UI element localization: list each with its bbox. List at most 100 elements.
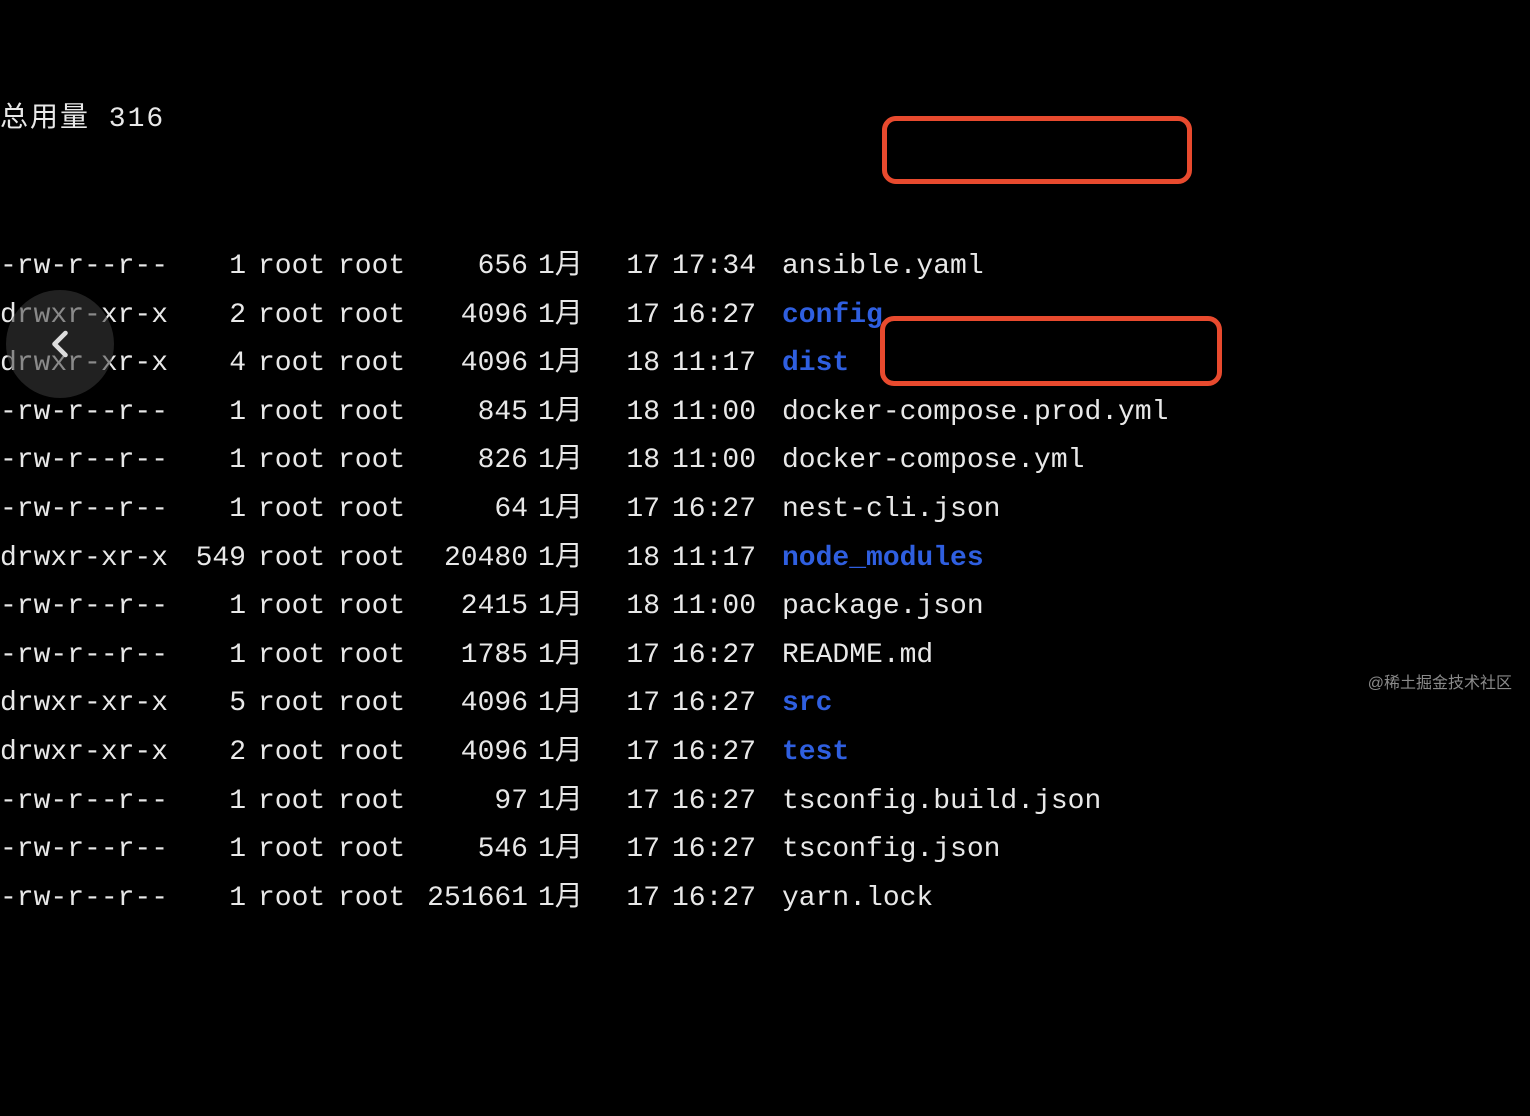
list-item: drwxr-xr-x2rootroot40961月1716:27config: [0, 291, 1530, 340]
back-button[interactable]: [6, 290, 114, 398]
size-cell: 251661: [420, 875, 538, 923]
list-item: -rw-r--r--1rootroot8261月1811:00docker-co…: [0, 437, 1530, 486]
perms-cell: -rw-r--r--: [0, 583, 180, 631]
owner-cell: root: [258, 535, 338, 583]
time-cell: 11:00: [672, 583, 782, 631]
file-name: tsconfig.build.json: [782, 778, 1101, 826]
month-cell: 1月: [538, 292, 610, 340]
size-cell: 4096: [420, 680, 538, 728]
owner-cell: root: [258, 680, 338, 728]
time-cell: 11:17: [672, 340, 782, 388]
owner-cell: root: [258, 632, 338, 680]
perms-cell: -rw-r--r--: [0, 778, 180, 826]
perms-cell: drwxr-xr-x: [0, 535, 180, 583]
group-cell: root: [338, 535, 420, 583]
list-item: -rw-r--r--1rootroot971月1716:27tsconfig.b…: [0, 777, 1530, 826]
perms-cell: -rw-r--r--: [0, 875, 180, 923]
size-cell: 845: [420, 389, 538, 437]
day-cell: 18: [610, 389, 672, 437]
month-cell: 1月: [538, 486, 610, 534]
group-cell: root: [338, 340, 420, 388]
owner-cell: root: [258, 437, 338, 485]
month-cell: 1月: [538, 632, 610, 680]
month-cell: 1月: [538, 778, 610, 826]
file-name: ansible.yaml: [782, 243, 984, 291]
group-cell: root: [338, 729, 420, 777]
month-cell: 1月: [538, 875, 610, 923]
links-cell: 1: [180, 437, 258, 485]
file-listing: -rw-r--r--1rootroot6561月1717:34ansible.y…: [0, 243, 1530, 923]
month-cell: 1月: [538, 243, 610, 291]
directory-name: test: [782, 729, 849, 777]
time-cell: 16:27: [672, 680, 782, 728]
day-cell: 17: [610, 486, 672, 534]
list-item: -rw-r--r--1rootroot24151月1811:00package.…: [0, 583, 1530, 632]
owner-cell: root: [258, 875, 338, 923]
owner-cell: root: [258, 389, 338, 437]
day-cell: 18: [610, 535, 672, 583]
list-item: -rw-r--r--1rootroot641月1716:27nest-cli.j…: [0, 486, 1530, 535]
links-cell: 1: [180, 243, 258, 291]
size-cell: 656: [420, 243, 538, 291]
size-cell: 97: [420, 778, 538, 826]
size-cell: 826: [420, 437, 538, 485]
group-cell: root: [338, 632, 420, 680]
perms-cell: -rw-r--r--: [0, 632, 180, 680]
list-item: -rw-r--r--1rootroot17851月1716:27README.m…: [0, 632, 1530, 681]
group-cell: root: [338, 292, 420, 340]
group-cell: root: [338, 583, 420, 631]
day-cell: 17: [610, 680, 672, 728]
directory-name: config: [782, 292, 883, 340]
time-cell: 16:27: [672, 729, 782, 777]
perms-cell: -rw-r--r--: [0, 826, 180, 874]
watermark-text: @稀土掘金技术社区: [1368, 670, 1512, 698]
group-cell: root: [338, 826, 420, 874]
chevron-left-icon: [38, 322, 82, 366]
day-cell: 17: [610, 729, 672, 777]
owner-cell: root: [258, 729, 338, 777]
links-cell: 1: [180, 486, 258, 534]
owner-cell: root: [258, 486, 338, 534]
file-name: nest-cli.json: [782, 486, 1000, 534]
links-cell: 1: [180, 875, 258, 923]
owner-cell: root: [258, 778, 338, 826]
group-cell: root: [338, 486, 420, 534]
owner-cell: root: [258, 583, 338, 631]
file-name: yarn.lock: [782, 875, 933, 923]
size-cell: 2415: [420, 583, 538, 631]
perms-cell: drwxr-xr-x: [0, 729, 180, 777]
month-cell: 1月: [538, 340, 610, 388]
links-cell: 1: [180, 778, 258, 826]
time-cell: 16:27: [672, 292, 782, 340]
day-cell: 17: [610, 292, 672, 340]
links-cell: 1: [180, 389, 258, 437]
total-usage-header: 总用量 316: [0, 96, 1530, 144]
day-cell: 17: [610, 243, 672, 291]
time-cell: 17:34: [672, 243, 782, 291]
owner-cell: root: [258, 243, 338, 291]
size-cell: 1785: [420, 632, 538, 680]
size-cell: 64: [420, 486, 538, 534]
month-cell: 1月: [538, 389, 610, 437]
perms-cell: -rw-r--r--: [0, 437, 180, 485]
group-cell: root: [338, 243, 420, 291]
list-item: drwxr-xr-x2rootroot40961月1716:27test: [0, 729, 1530, 778]
perms-cell: -rw-r--r--: [0, 486, 180, 534]
group-cell: root: [338, 437, 420, 485]
list-item: -rw-r--r--1rootroot6561月1717:34ansible.y…: [0, 243, 1530, 292]
list-item: -rw-r--r--1rootroot5461月1716:27tsconfig.…: [0, 826, 1530, 875]
directory-name: src: [782, 680, 832, 728]
owner-cell: root: [258, 340, 338, 388]
directory-name: dist: [782, 340, 849, 388]
time-cell: 11:17: [672, 535, 782, 583]
links-cell: 2: [180, 292, 258, 340]
links-cell: 1: [180, 632, 258, 680]
time-cell: 11:00: [672, 389, 782, 437]
links-cell: 2: [180, 729, 258, 777]
time-cell: 16:27: [672, 875, 782, 923]
links-cell: 4: [180, 340, 258, 388]
time-cell: 16:27: [672, 632, 782, 680]
month-cell: 1月: [538, 583, 610, 631]
group-cell: root: [338, 875, 420, 923]
links-cell: 5: [180, 680, 258, 728]
